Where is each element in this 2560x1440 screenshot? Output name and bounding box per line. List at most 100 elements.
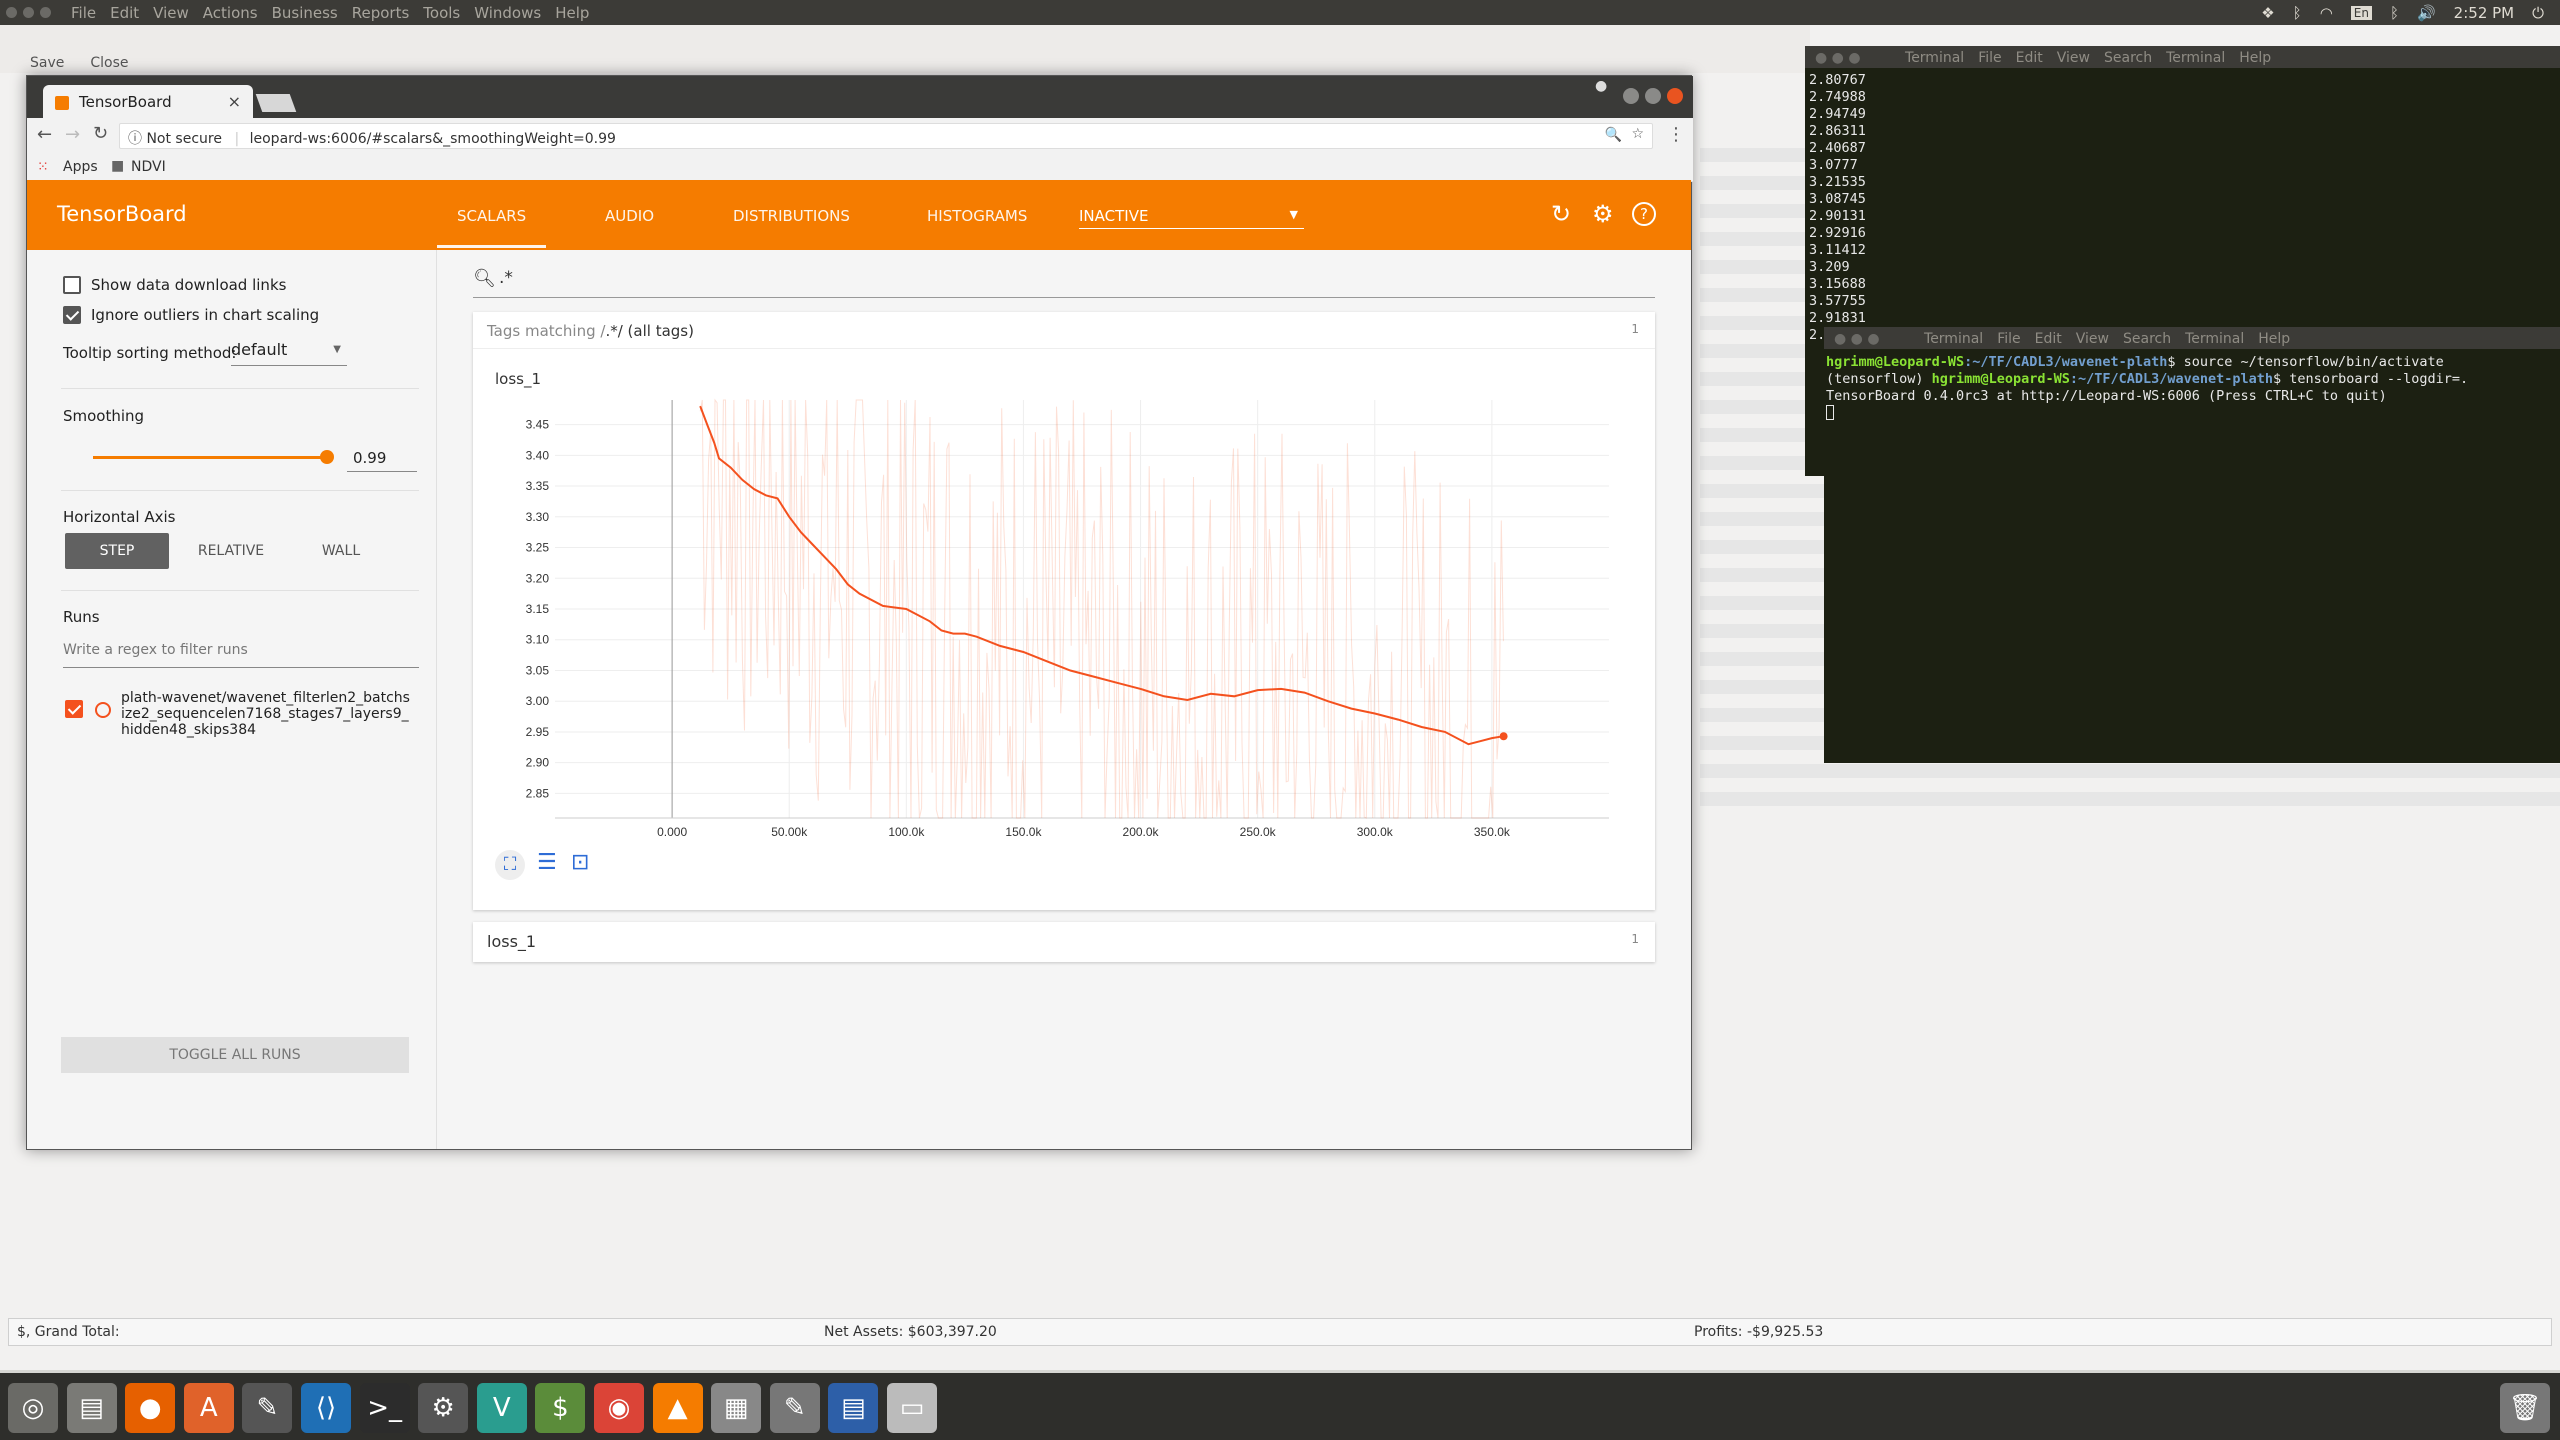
smoothing-slider-track[interactable] — [93, 456, 331, 459]
reload-icon[interactable]: ↻ — [1551, 200, 1571, 228]
writer-icon[interactable]: ▤ — [828, 1383, 879, 1433]
volume-icon[interactable]: 🔊 — [2417, 4, 2436, 22]
menu-reports[interactable]: Reports — [352, 4, 410, 22]
run-color-swatch[interactable] — [95, 702, 111, 718]
terminal-menu-help[interactable]: Help — [2239, 50, 2271, 66]
bookmark-apps[interactable]: Apps — [63, 159, 98, 175]
tooltip-sort-select[interactable]: default ▼ — [231, 340, 347, 366]
window-min-icon[interactable] — [23, 7, 34, 18]
new-tab-button[interactable] — [255, 94, 297, 112]
close-window-icon[interactable] — [1667, 88, 1683, 104]
terminal-menu-file[interactable]: File — [1997, 331, 2020, 347]
profile-icon[interactable]: ● — [1595, 78, 1607, 94]
ignore-outliers-checkbox[interactable] — [63, 306, 81, 324]
terminal-menu-terminal[interactable]: Terminal — [1924, 331, 1983, 347]
y-tick-label: 3.35 — [526, 479, 550, 493]
dropbox-icon[interactable]: ❖ — [2261, 4, 2274, 22]
disk-icon[interactable]: ▭ — [887, 1383, 937, 1433]
toggle-all-runs-button[interactable]: TOGGLE ALL RUNS — [61, 1037, 409, 1073]
terminal-menu-search[interactable]: Search — [2123, 331, 2171, 347]
gear-icon[interactable]: ⚙ — [1592, 200, 1614, 228]
terminal-menu-view[interactable]: View — [2076, 331, 2109, 347]
gnucash-icon[interactable]: $ — [535, 1383, 586, 1433]
vlc-icon[interactable]: ▲ — [652, 1383, 703, 1433]
files-icon[interactable]: ▤ — [66, 1383, 117, 1433]
tag-search-input[interactable]: 🔍︎ .* — [473, 262, 1655, 298]
clock[interactable]: 2:52 PM — [2454, 4, 2514, 22]
run-checkbox[interactable] — [65, 700, 83, 718]
haxis-wall-button[interactable]: WALL — [289, 533, 393, 569]
menu-edit[interactable]: Edit — [110, 4, 139, 22]
reload-icon[interactable]: ↻ — [93, 123, 108, 144]
terminal-menu-edit[interactable]: Edit — [2016, 50, 2043, 66]
fit-domain-icon[interactable]: ⊡ — [571, 850, 589, 875]
zoom-icon[interactable]: 🔍 — [1605, 127, 1622, 143]
toggle-log-scale-icon[interactable]: ☰ — [537, 850, 557, 875]
menu-business[interactable]: Business — [272, 4, 338, 22]
maximize-icon[interactable] — [1645, 88, 1661, 104]
software-icon[interactable]: A — [183, 1383, 234, 1433]
menu-view[interactable]: View — [153, 4, 189, 22]
bluetooth-icon[interactable]: ᛒ — [2293, 4, 2302, 22]
chrome-icon[interactable]: ◉ — [594, 1383, 644, 1433]
back-arrow-icon[interactable]: ← — [37, 124, 52, 145]
close-toolbar-button[interactable]: Close — [90, 55, 128, 71]
terminal-menu-terminal[interactable]: Terminal — [2185, 331, 2244, 347]
loss-chart[interactable]: 3.45 3.40 3.35 3.30 3.25 3.20 3.15 3.10 3.05 3.00… — [473, 312, 1655, 910]
terminal-icon[interactable]: >_ — [359, 1383, 410, 1433]
terminal-menu-help[interactable]: Help — [2258, 331, 2290, 347]
smoothing-slider-thumb[interactable] — [320, 450, 334, 464]
runs-filter-input[interactable]: Write a regex to filter runs — [63, 642, 419, 668]
haxis-step-button[interactable]: STEP — [65, 533, 169, 569]
dash-icon[interactable]: ◎ — [8, 1383, 58, 1433]
terminal-window-front[interactable]: ● ● ● Terminal File Edit View Search Terminal… — [1824, 327, 2560, 763]
vscode-icon[interactable]: ⟨⟩ — [301, 1383, 351, 1433]
menu-windows[interactable]: Windows — [474, 4, 541, 22]
gimp-icon[interactable]: ✎ — [242, 1383, 293, 1433]
bookmark-star-icon[interactable]: ☆ — [1631, 126, 1644, 142]
terminal-menu-terminal[interactable]: Terminal — [1905, 50, 1964, 66]
terminal-menu-search[interactable]: Search — [2104, 50, 2152, 66]
keyboard-lang[interactable]: En — [2350, 5, 2372, 20]
veusz-icon[interactable]: V — [476, 1383, 527, 1433]
firefox-icon[interactable]: ● — [125, 1383, 176, 1433]
tab-tensorboard[interactable]: TensorBoard × — [43, 85, 253, 118]
forward-arrow-icon[interactable]: → — [65, 124, 80, 145]
wifi-icon[interactable]: ◠ — [2320, 4, 2333, 22]
url-field[interactable]: ⓘ Not secure | leopard-ws:6006/#scalars&… — [119, 123, 1653, 149]
trash-icon[interactable]: 🗑 — [2500, 1383, 2550, 1433]
text-editor-icon[interactable]: ✎ — [769, 1383, 820, 1433]
menu-tools[interactable]: Tools — [423, 4, 460, 22]
menu-actions[interactable]: Actions — [203, 4, 258, 22]
window-close-icon[interactable] — [6, 7, 17, 18]
terminal-menu-terminal[interactable]: Terminal — [2166, 50, 2225, 66]
show-download-checkbox[interactable] — [63, 276, 81, 294]
tab-audio[interactable]: AUDIO — [605, 207, 654, 225]
tab-histograms[interactable]: HISTOGRAMS — [927, 207, 1027, 225]
window-max-icon[interactable] — [40, 7, 51, 18]
bluetooth2-icon[interactable]: ᛒ — [2390, 4, 2399, 22]
tab-distributions[interactable]: DISTRIBUTIONS — [733, 207, 850, 225]
menu-help[interactable]: Help — [555, 4, 589, 22]
menu-file[interactable]: File — [71, 4, 96, 22]
inactive-dropdown[interactable]: INACTIVE ▼ — [1079, 204, 1304, 229]
expand-chart-icon[interactable]: ⛶ — [495, 850, 525, 880]
card2-title[interactable]: loss_1 — [487, 932, 536, 951]
terminal-menu-view[interactable]: View — [2057, 50, 2090, 66]
haxis-relative-button[interactable]: RELATIVE — [179, 533, 283, 569]
save-toolbar-button[interactable]: Save — [30, 55, 64, 71]
chrome-window[interactable]: TensorBoard × ● ← → ↻ ⓘ Not secure | leo… — [26, 75, 1693, 1150]
tab-scalars[interactable]: SCALARS — [437, 207, 547, 248]
scanner-icon[interactable]: ▦ — [711, 1383, 762, 1433]
kebab-menu-icon[interactable]: ⋮ — [1667, 124, 1685, 145]
settings-icon[interactable]: ⚙ — [418, 1383, 469, 1433]
terminal-menu-file[interactable]: File — [1978, 50, 2001, 66]
bookmark-ndvi[interactable]: NDVI — [131, 159, 166, 175]
help-icon[interactable]: ? — [1632, 202, 1656, 226]
terminal-menu-edit[interactable]: Edit — [2035, 331, 2062, 347]
power-icon[interactable]: ⏻ — [2532, 4, 2544, 22]
x-tick-label: 0.000 — [657, 825, 687, 839]
tab-close-icon[interactable]: × — [228, 92, 241, 111]
smoothing-input[interactable]: 0.99 — [347, 446, 417, 472]
minimize-icon[interactable] — [1623, 88, 1639, 104]
